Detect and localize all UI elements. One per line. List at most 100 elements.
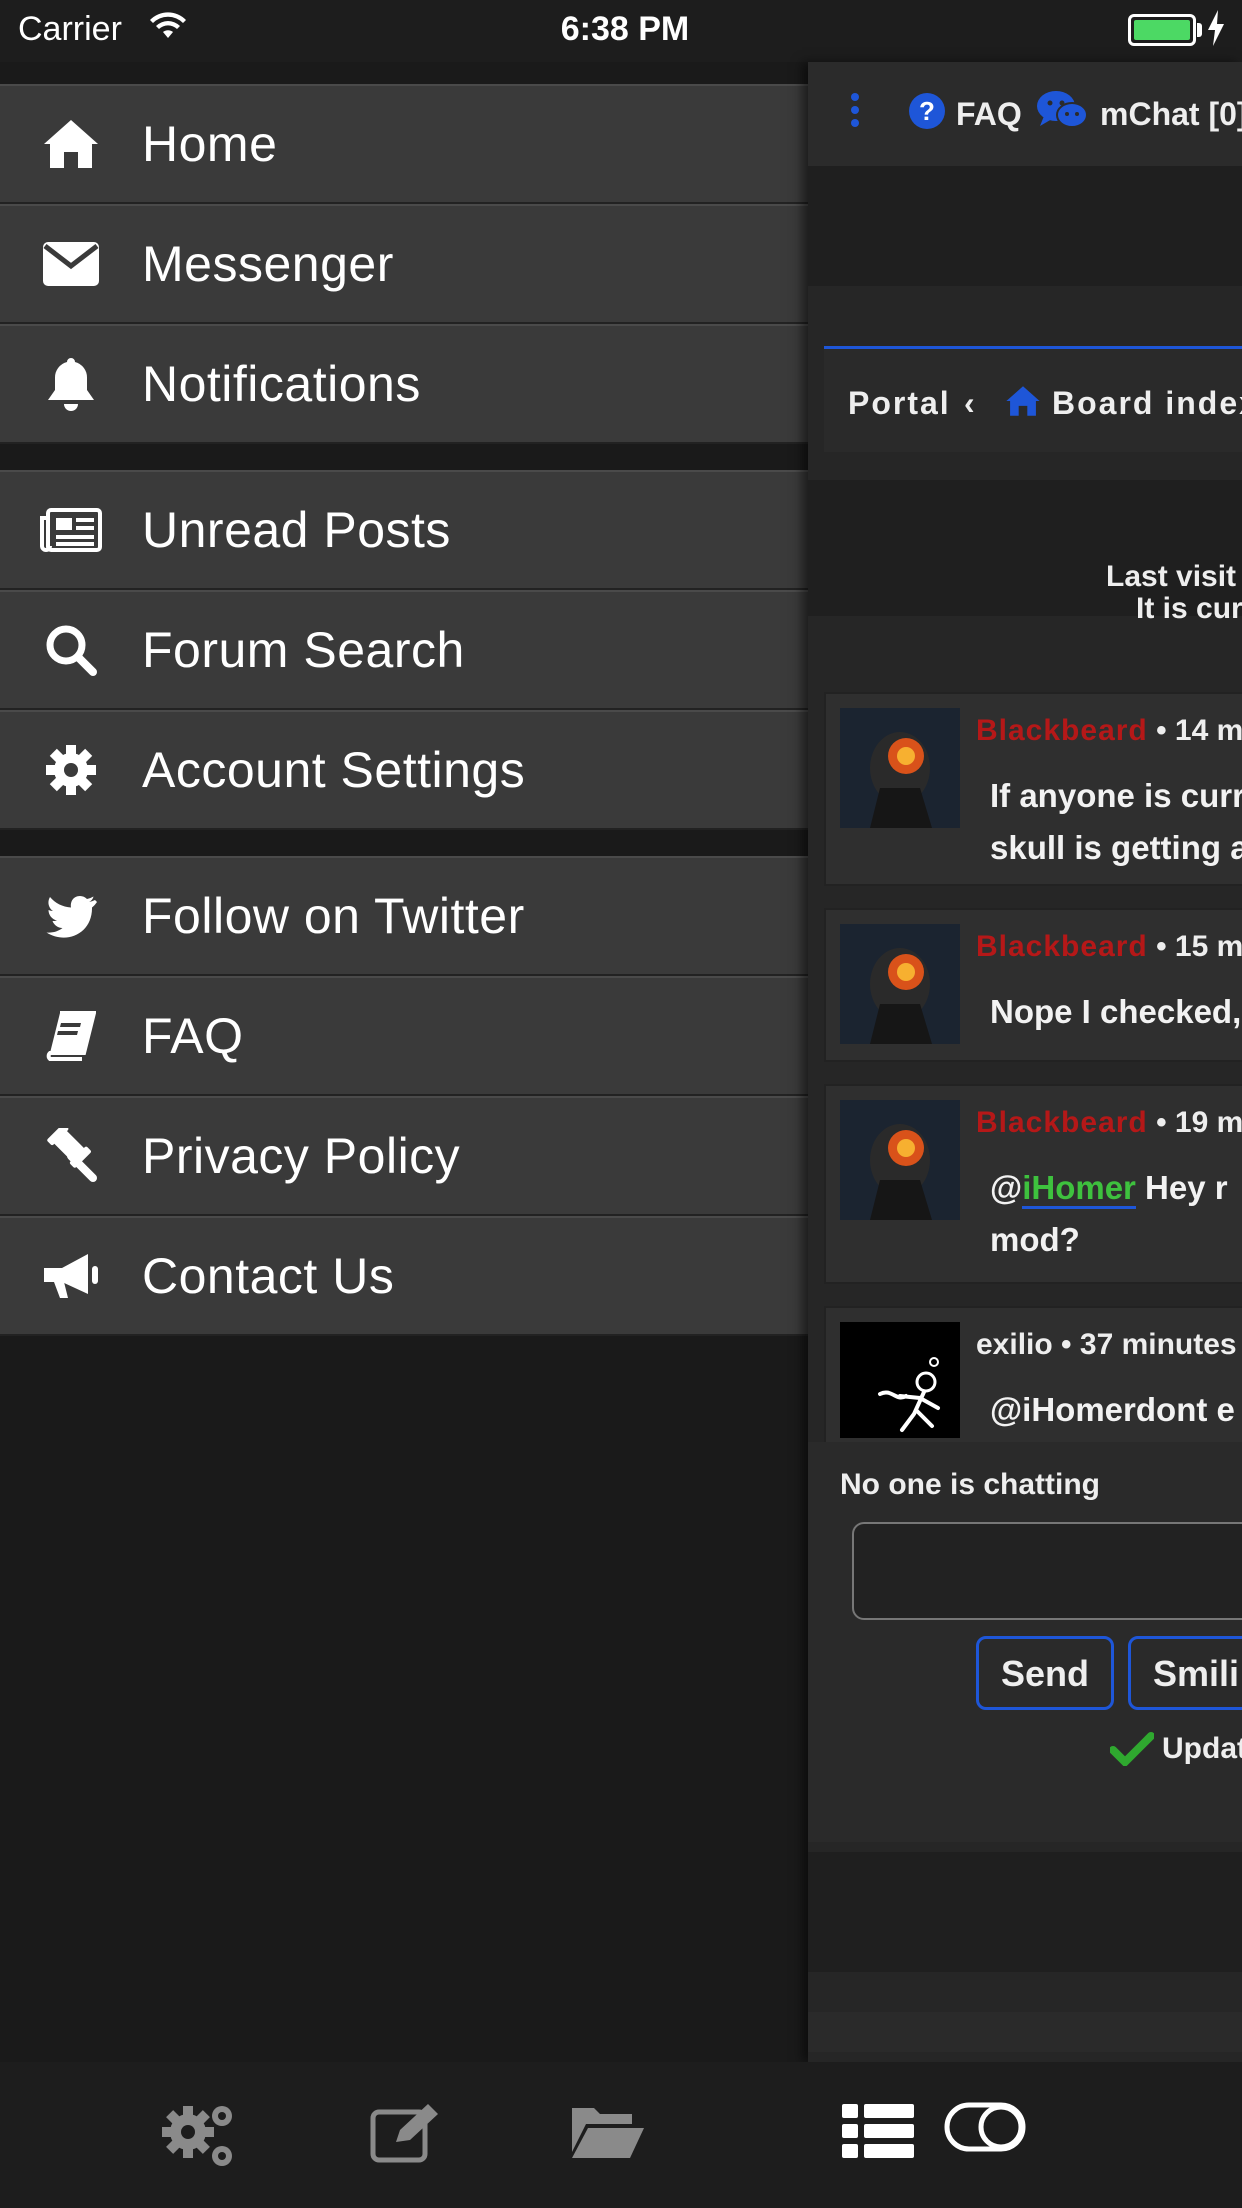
- compose-icon[interactable]: [370, 2102, 442, 2169]
- message-author[interactable]: Blackbeard: [976, 714, 1148, 747]
- status-bar: Carrier 6:38 PM: [0, 0, 1242, 62]
- menu-item-label: Account Settings: [142, 742, 526, 798]
- current-time-text: It is cur: [1136, 592, 1242, 625]
- message-meta: Blackbeard • 15 m: [976, 930, 1242, 964]
- more-options-icon[interactable]: [850, 92, 860, 133]
- menu-item-label: Follow on Twitter: [142, 888, 525, 944]
- content-footer-bar: [808, 2012, 1242, 2052]
- clock: 6:38 PM: [560, 10, 690, 48]
- avatar[interactable]: [840, 1100, 960, 1220]
- gear-icon: [0, 744, 142, 796]
- question-circle-icon[interactable]: ?: [908, 92, 946, 135]
- last-visit-text: Last visit: [1106, 560, 1237, 593]
- menu-item-label: Forum Search: [142, 622, 465, 678]
- chat-message-input[interactable]: [852, 1522, 1242, 1620]
- message-text: Hey r: [1135, 1169, 1228, 1206]
- chat-status-text: No one is chatting: [840, 1468, 1101, 1501]
- avatar[interactable]: [840, 1322, 960, 1438]
- chat-message: Blackbeard • 14 m If anyone is curr skul…: [824, 692, 1242, 886]
- breadcrumb-separator: ‹: [964, 385, 977, 421]
- avatar[interactable]: [840, 708, 960, 828]
- breadcrumb-board-index[interactable]: Board index: [1052, 385, 1242, 422]
- menu-item-label: FAQ: [142, 1008, 244, 1064]
- folder-open-icon[interactable]: [570, 2102, 646, 2165]
- message-line: If anyone is curr: [990, 777, 1242, 814]
- menu-item-account-settings[interactable]: Account Settings: [0, 710, 808, 830]
- message-body: @iHomerdont e: [990, 1384, 1235, 1436]
- topnav-faq-link[interactable]: FAQ: [956, 96, 1022, 133]
- chat-bubbles-icon[interactable]: [1036, 90, 1088, 135]
- twitter-icon: [0, 894, 142, 938]
- chat-message: Blackbeard • 15 m Nope I checked,: [824, 908, 1242, 1062]
- chat-message: Blackbeard • 19 m @iHomer Hey r mod?: [824, 1084, 1242, 1284]
- list-view-icon[interactable]: [842, 2102, 914, 2165]
- menu-group-info: Follow on Twitter FAQ Privacy Policy Con…: [0, 856, 808, 1336]
- message-line: Nope I checked,: [990, 993, 1242, 1030]
- envelope-icon: [0, 242, 142, 286]
- menu-item-label: Unread Posts: [142, 502, 451, 558]
- settings-gears-icon[interactable]: [160, 2102, 238, 2177]
- breadcrumb-portal[interactable]: Portal: [848, 385, 951, 422]
- message-meta: exilio • 37 minutes a: [976, 1328, 1242, 1362]
- forum-banner: [808, 166, 1242, 286]
- checkmark-icon: [1109, 1732, 1155, 1771]
- menu-item-contact-us[interactable]: Contact Us: [0, 1216, 808, 1336]
- battery-tip: [1197, 23, 1202, 37]
- user-mention[interactable]: iHomer: [1022, 1169, 1136, 1209]
- message-author[interactable]: Blackbeard: [976, 930, 1148, 963]
- search-icon: [0, 624, 142, 676]
- menu-item-privacy-policy[interactable]: Privacy Policy: [0, 1096, 808, 1216]
- at-sign: @: [990, 1169, 1023, 1206]
- toggle-icon[interactable]: [944, 2102, 1026, 2157]
- menu-item-notifications[interactable]: Notifications: [0, 324, 808, 444]
- charging-bolt-icon: [1208, 10, 1224, 51]
- top-navbar: ? FAQ mChat [0]: [808, 62, 1242, 166]
- home-icon: [1004, 385, 1042, 422]
- message-meta: Blackbeard • 19 m: [976, 1106, 1242, 1140]
- home-icon: [0, 118, 142, 170]
- last-visit-block: Last visit It is cur: [808, 480, 1242, 625]
- message-time: • 15 m: [1156, 930, 1242, 963]
- update-status-text: Updat: [1162, 1732, 1242, 1765]
- book-icon: [0, 1011, 142, 1061]
- content-footer-block: [808, 1852, 1242, 1972]
- menu-group-forum: Unread Posts Forum Search Account Settin…: [0, 470, 808, 830]
- megaphone-icon: [0, 1252, 142, 1300]
- avatar[interactable]: [840, 924, 960, 1044]
- message-body: Nope I checked,: [990, 986, 1241, 1038]
- menu-item-unread-posts[interactable]: Unread Posts: [0, 470, 808, 590]
- newspaper-icon: [0, 508, 142, 552]
- side-menu: Home Messenger Notifications Unread Post…: [0, 84, 808, 1362]
- message-time: • 19 m: [1156, 1106, 1242, 1139]
- chat-compose-area: No one is chatting Send Smili Updat: [808, 1442, 1242, 1842]
- message-line: mod?: [990, 1221, 1080, 1258]
- menu-item-label: Contact Us: [142, 1248, 395, 1304]
- bottom-toolbar: [0, 2062, 1242, 2208]
- message-meta: Blackbeard • 14 m: [976, 714, 1242, 748]
- menu-item-label: Home: [142, 116, 278, 172]
- menu-item-forum-search[interactable]: Forum Search: [0, 590, 808, 710]
- send-button[interactable]: Send: [976, 1636, 1115, 1710]
- message-time: • 14 m: [1156, 714, 1242, 747]
- forum-content-panel[interactable]: ? FAQ mChat [0] Portal ‹ Board index Las…: [808, 62, 1242, 2062]
- menu-item-label: Messenger: [142, 236, 394, 292]
- battery-icon: [1128, 14, 1196, 46]
- menu-group-main: Home Messenger Notifications: [0, 84, 808, 444]
- menu-item-home[interactable]: Home: [0, 84, 808, 204]
- menu-item-follow-twitter[interactable]: Follow on Twitter: [0, 856, 808, 976]
- message-body: If anyone is curr skull is getting a: [990, 770, 1242, 874]
- menu-item-faq[interactable]: FAQ: [0, 976, 808, 1096]
- gavel-icon: [0, 1128, 142, 1184]
- topnav-mchat-link[interactable]: mChat [0]: [1100, 96, 1242, 133]
- message-body: @iHomer Hey r mod?: [990, 1162, 1228, 1266]
- message-line: skull is getting a: [990, 829, 1242, 866]
- message-line: @iHomerdont e: [990, 1391, 1235, 1428]
- message-author[interactable]: exilio: [976, 1328, 1053, 1361]
- svg-text:?: ?: [919, 96, 935, 126]
- smilies-button[interactable]: Smili: [1128, 1636, 1242, 1710]
- menu-item-messenger[interactable]: Messenger: [0, 204, 808, 324]
- message-line: @iHomer Hey r: [990, 1162, 1228, 1214]
- menu-item-label: Notifications: [142, 356, 421, 412]
- menu-item-label: Privacy Policy: [142, 1128, 461, 1184]
- message-author[interactable]: Blackbeard: [976, 1106, 1148, 1139]
